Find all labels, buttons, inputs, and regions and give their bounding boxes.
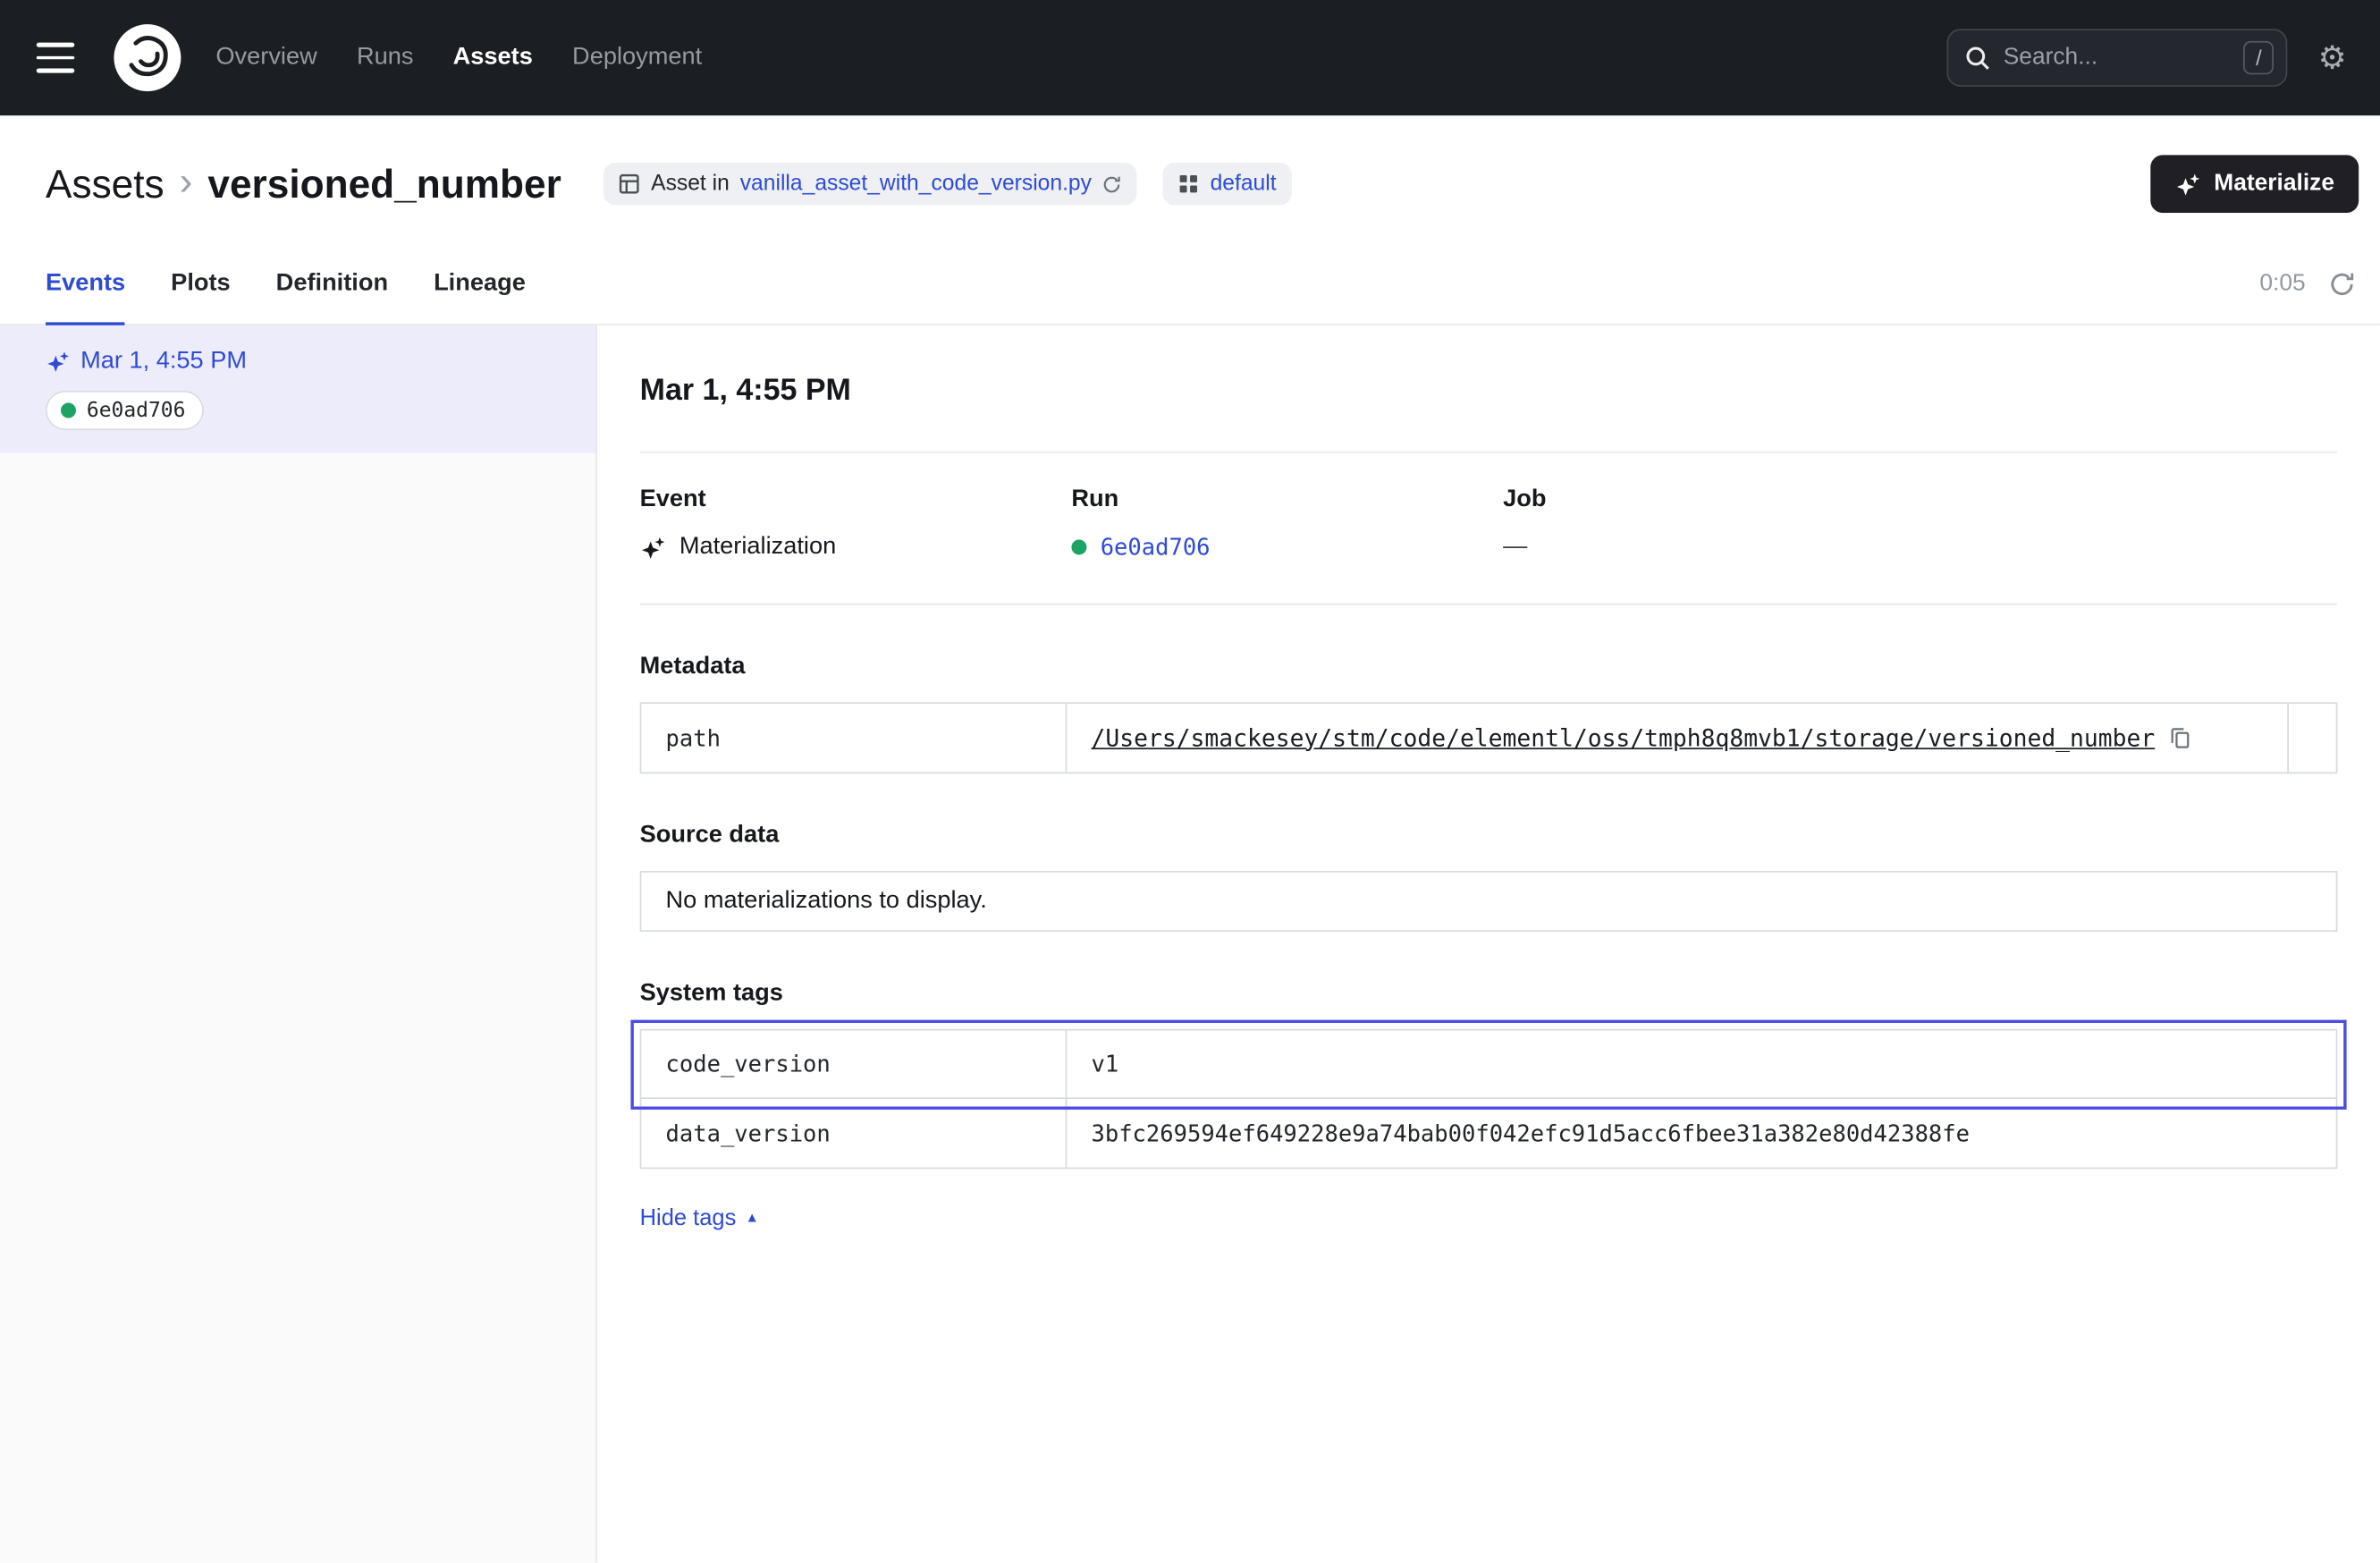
caret-up-icon: ▲ — [746, 1212, 759, 1225]
asset-definition-chip: Asset in vanilla_asset_with_code_version… — [603, 163, 1137, 206]
summary-run-col: Run 6e0ad706 — [1071, 486, 1503, 561]
refresh-icon[interactable] — [2328, 270, 2356, 298]
materialize-button[interactable]: Materialize — [2150, 155, 2359, 213]
menu-icon[interactable] — [37, 35, 82, 80]
copy-icon[interactable] — [2169, 727, 2191, 749]
system-tag-value: v1 — [1067, 1031, 2335, 1098]
refresh-timer: 0:05 — [2259, 270, 2305, 298]
summary-run-label: Run — [1071, 486, 1503, 514]
asset-chip-prefix: Asset in — [651, 172, 730, 196]
chevron-right-icon: › — [180, 161, 193, 200]
materialization-icon — [640, 535, 666, 561]
breadcrumb-assets-link[interactable]: Assets — [46, 160, 165, 207]
nav-item-overview[interactable]: Overview — [215, 44, 316, 72]
system-tag-value: 3bfc269594ef649228e9a74bab00f042efc91d5a… — [1067, 1099, 2335, 1167]
materialize-button-label: Materialize — [2214, 170, 2334, 198]
nav-item-deployment[interactable]: Deployment — [572, 44, 702, 72]
run-id-link[interactable]: 6e0ad706 — [1101, 534, 1211, 562]
metadata-action-cell — [2287, 704, 2335, 772]
metadata-heading: Metadata — [640, 654, 2338, 681]
nav-item-assets[interactable]: Assets — [453, 44, 533, 72]
event-detail-title: Mar 1, 4:55 PM — [640, 374, 2338, 409]
system-tag-key: code_version — [641, 1031, 1067, 1098]
event-detail-panel: Mar 1, 4:55 PM Event Materialization Run… — [597, 325, 2380, 1563]
content: Mar 1, 4:55 PM 6e0ad706 Mar 1, 4:55 PM E… — [0, 325, 2380, 1563]
summary-event-col: Event Materialization — [640, 486, 1072, 561]
tab-bar: Events Plots Definition Lineage 0:05 — [0, 243, 2380, 325]
path-link[interactable]: /Users/smackesey/stm/code/elementl/oss/t… — [1092, 724, 2156, 752]
asset-definition-link[interactable]: vanilla_asset_with_code_version.py — [740, 172, 1092, 196]
asset-group-chip: default — [1163, 163, 1292, 206]
breadcrumb: Assets › versioned_number — [46, 160, 561, 207]
system-tags-table: code_version v1 data_version 3bfc269594e… — [640, 1029, 2338, 1169]
materialization-icon — [46, 350, 70, 374]
tab-events[interactable]: Events — [46, 243, 125, 324]
hide-tags-link[interactable]: Hide tags ▲ — [640, 1205, 759, 1231]
run-chip[interactable]: 6e0ad706 — [46, 391, 204, 430]
metadata-key: path — [641, 704, 1067, 772]
tab-lineage[interactable]: Lineage — [434, 243, 526, 324]
system-tags-heading: System tags — [640, 980, 2338, 1008]
search-shortcut-badge: / — [2243, 41, 2274, 74]
system-tag-row-code-version: code_version v1 — [641, 1031, 2335, 1099]
system-tag-key: data_version — [641, 1099, 1067, 1167]
metadata-table: path /Users/smackesey/stm/code/elementl/… — [640, 702, 2338, 773]
reload-icon[interactable] — [1102, 174, 1122, 194]
source-data-heading: Source data — [640, 823, 2338, 850]
tab-plots[interactable]: Plots — [171, 243, 231, 324]
metadata-row: path /Users/smackesey/stm/code/elementl/… — [641, 704, 2335, 772]
tab-definition[interactable]: Definition — [276, 243, 388, 324]
event-type-text: Materialization — [679, 534, 836, 562]
nav-right: / ⚙ — [1947, 29, 2347, 87]
event-list-sidebar: Mar 1, 4:55 PM 6e0ad706 — [0, 325, 597, 1563]
summary-job-label: Job — [1503, 486, 1935, 514]
metadata-value: /Users/smackesey/stm/code/elementl/oss/t… — [1067, 704, 2287, 772]
search-input[interactable] — [2004, 44, 2232, 72]
nav-item-runs[interactable]: Runs — [357, 44, 414, 72]
top-nav: Overview Runs Assets Deployment / ⚙ — [0, 0, 2380, 115]
event-item-header: Mar 1, 4:55 PM — [46, 348, 571, 376]
refresh-area: 0:05 — [2259, 243, 2355, 324]
divider — [640, 604, 2338, 605]
summary-event-label: Event — [640, 486, 1072, 514]
event-summary: Event Materialization Run 6e0ad706 Job — — [640, 453, 2338, 604]
summary-run-value: 6e0ad706 — [1071, 534, 1503, 562]
table-icon — [619, 173, 640, 195]
search-icon — [1964, 44, 1992, 72]
page-header: Assets › versioned_number Asset in vanil… — [0, 115, 2380, 243]
run-status-dot — [61, 402, 76, 418]
source-data-empty-message: No materializations to display. — [640, 871, 2338, 932]
gear-icon[interactable]: ⚙ — [2318, 42, 2347, 74]
run-status-dot — [1071, 539, 1086, 554]
run-chip-label: 6e0ad706 — [87, 398, 186, 422]
search-box[interactable]: / — [1947, 29, 2288, 87]
summary-job-col: Job — — [1503, 486, 1935, 561]
asset-group-link[interactable]: default — [1211, 172, 1277, 196]
event-timestamp: Mar 1, 4:55 PM — [80, 348, 247, 376]
grid-icon — [1178, 173, 1200, 195]
hide-tags-label: Hide tags — [640, 1205, 737, 1231]
dagster-logo-icon[interactable] — [113, 22, 182, 92]
sparkle-icon — [2174, 171, 2200, 197]
system-tag-row-data-version: data_version 3bfc269594ef649228e9a74bab0… — [641, 1099, 2335, 1167]
summary-job-value: — — [1503, 534, 1935, 562]
page-title: versioned_number — [207, 160, 561, 207]
header-chips: Asset in vanilla_asset_with_code_version… — [603, 163, 2125, 206]
app: Overview Runs Assets Deployment / ⚙ Asse… — [0, 0, 2380, 1562]
primary-nav: Overview Runs Assets Deployment — [215, 44, 702, 72]
summary-event-value: Materialization — [640, 534, 1072, 562]
event-list-item[interactable]: Mar 1, 4:55 PM 6e0ad706 — [0, 325, 595, 453]
